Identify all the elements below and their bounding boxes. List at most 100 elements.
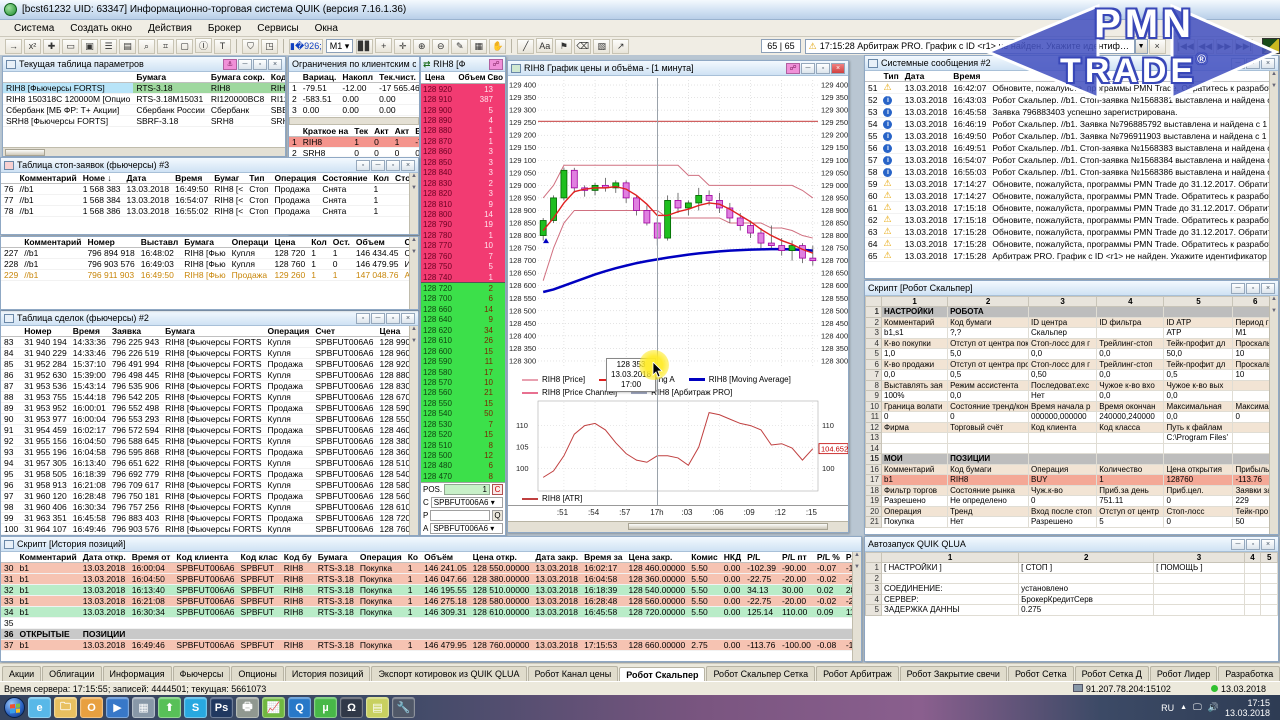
scalper-sheet[interactable]: 1 2 3 4 5 6 1 НАСТРОЙКИ РОБОТА 2 Комментарий Код бу… [865,296,1278,528]
menu-item[interactable]: Сервисы [249,22,306,35]
table-row[interactable]: 99 31 963 351 16:45:58 796 883 403 RIH8 [Фью… [1,512,418,524]
table-row[interactable]: 10Граница волатиСостояние тренд/контртре… [865,400,1278,412]
table-row[interactable]: 86 31 952 630 15:39:00 796 498 445 RIH8 [Фью… [1,369,418,381]
scalper-vscrollbar[interactable]: ▲ ▼ [1269,296,1278,534]
dom-ask-row[interactable]: 128 780 1 [421,230,505,241]
dom-ask-row[interactable]: 128 830 2 [421,177,505,189]
maximize-button[interactable]: ▫ [253,58,267,70]
workspace-tab[interactable]: Робот Канал цены [527,666,619,681]
orders-vscrollbar[interactable]: ▲ ▼ [409,237,418,309]
alert-dropdown-arrow[interactable]: ▼ [1134,38,1148,54]
chart-tool-button[interactable]: + [375,38,393,54]
close-button[interactable]: × [401,159,415,171]
notes-taskbar-icon[interactable]: ▤ [366,697,389,718]
table-row[interactable]: 59 ⚠ 13.03.2018 17:14:27 Обновите, пожалуйст… [865,177,1278,190]
table-row[interactable]: 52 i 13.03.2018 16:43:03 Робот Скальпер. //b… [865,93,1278,106]
workspace-tab[interactable]: Робот Арбитраж [816,666,899,681]
toolbar-button[interactable]: ▣ [81,39,98,54]
maximize-button[interactable]: ▫ [816,62,830,74]
table-row[interactable]: 36 ОТКРЫТЫЕ ПОЗИЦИИ [1,628,861,640]
dom-ask-row[interactable]: 128 900 5 [421,104,505,116]
restore-button[interactable]: ▫ [356,159,370,171]
history-vscrollbar[interactable]: ▲ ▼ [852,552,861,661]
draw-tool-button[interactable]: ╱ [517,38,535,54]
table-row[interactable]: 37 b1 13.03.2018 16:49:46 SPBFUT006A6 SPBFUT R… [1,639,861,651]
table-row[interactable]: 95 31 958 505 16:18:39 796 692 779 RIH8 [Фью… [1,468,418,480]
chart-icon[interactable]: ▮�926; [289,38,323,54]
table-row[interactable]: 2 Комментарий Код бумаги ID центра ID фильтр… [865,316,1278,328]
sysmsg-titlebar[interactable]: Системные сообщения #2 ─ ▫ × [865,56,1278,71]
orders-table[interactable]: Комментарий Номер Выставл Бумага Операци Цена… [1,237,418,281]
table-row[interactable]: 87 31 953 536 15:43:14 796 535 906 RIH8 [Фью… [1,380,418,392]
chart-body[interactable]: 129 400 129 400 129 350 129 350 129 300 129 3… [508,76,848,532]
dom-bid-row[interactable]: 128 620 34 [421,325,505,336]
table-row[interactable]: 14 [865,442,1278,454]
dom-bid-row[interactable]: 128 590 11 [421,356,505,367]
workspace-tab[interactable]: Робот Скальпер [619,667,706,682]
link-button[interactable]: ☍ [489,58,503,70]
close-button[interactable]: × [1261,282,1275,294]
table-row[interactable]: 3 b1,s1?,? Скальпер ATP M1 [865,327,1278,339]
dom-bid-row[interactable]: 128 580 17 [421,366,505,378]
toolbar-button[interactable]: ⛉ [242,38,259,54]
table-row[interactable]: 84 31 940 229 14:33:46 796 226 519 RIH8 [Фью… [1,347,418,359]
stop-orders-table[interactable]: Комментарий Номе ↓ Дата Время Бумаг Тип Операц… [1,173,418,217]
utorrent-taskbar-icon[interactable]: µ [314,697,337,718]
toolbar-button[interactable]: → [5,38,22,54]
maximize-button[interactable]: ▫ [1246,538,1260,550]
table-row[interactable]: 5 ЗАДЕРЖКА ДАННЫ 0.275 [865,604,1278,616]
close-button[interactable]: × [268,58,282,70]
menu-item[interactable]: Окна [307,22,346,35]
dom-ask-row[interactable]: 128 860 3 [421,146,505,158]
dom-bid-row[interactable]: 128 480 6 [421,460,505,472]
table-row[interactable]: 96 31 958 913 16:21:08 796 709 617 RIH8 [Фью… [1,479,418,491]
table-row[interactable]: 63 ⚠ 13.03.2018 17:15:28 Обновите, пожалуйст… [865,225,1278,238]
dom-bid-row[interactable]: 128 540 50 [421,408,505,419]
table-row[interactable]: 19 Разрешено Не определено 0 751.11 0 229 [865,495,1278,507]
table-row[interactable]: 229//b1 796 911 903 16:49:50 RIH8 [Фью Прода… [1,269,418,281]
close-button[interactable]: × [1261,57,1275,69]
brief-positions-table[interactable]: Краткое наТекАктАктВариац. м1RIH8101-79.… [289,126,419,159]
table-row[interactable]: Сбербанк [МБ ФР: Т+ Акции] Сбербанк Росси… [3,104,285,116]
history-titlebar[interactable]: Скрипт [История позиций] [1,537,861,552]
table-row[interactable]: 54 i 13.03.2018 16:46:19 Робот Скальпер. //b… [865,117,1278,130]
trades-titlebar[interactable]: Таблица сделок (фьючерсы) #2 ▫ ─ ▫ × [1,311,418,326]
table-row[interactable]: RIH8 150318C 120000M [Опцио RTS-3.18M1503… [3,93,285,105]
table-row[interactable]: 15 МОИ ПОЗИЦИИ [865,453,1278,465]
table-row[interactable]: 34 b1 13.03.2018 16:30:34 SPBFUT006A6 SPBFUT R… [1,606,861,618]
dom-ask-row[interactable]: 128 760 7 [421,251,505,262]
dom-bid-row[interactable]: 128 500 12 [421,450,505,461]
dom-bid-row[interactable]: 128 700 6 [421,293,505,305]
table-row[interactable]: SRH8 [Фьючерсы FORTS]SBRF-3.18SRH8SRH8 [3,115,285,127]
table-row[interactable]: 56 i 13.03.2018 16:49:51 Робот Скальпер. //b… [865,141,1278,154]
table-row[interactable]: RIH8 [Фьючерсы FORTS]RTS-3.18RIH8RIH8 [3,82,285,94]
ie-taskbar-icon[interactable]: e [28,697,51,718]
minimize-button[interactable]: ─ [371,159,385,171]
table-row[interactable]: 13 C:\Program Files' [865,432,1278,444]
table-row[interactable]: 78//b1 1 568 386 13.03.2018 16:55:02 RIH8 [<… [1,205,418,217]
table-row[interactable]: 2 [865,572,1278,584]
minimize-button[interactable]: ─ [371,312,385,324]
params-window-titlebar[interactable]: Текущая таблица параметров ⚓ ─ ▫ × [3,57,285,72]
table-row[interactable]: 94 31 957 305 16:13:40 796 651 622 RIH8 [Фью… [1,457,418,469]
params-table[interactable]: Бумага Бумага сокр. Код RIH8 [Фьючерсы FORT… [3,72,285,146]
volume-icon[interactable]: 🔊 [1208,702,1219,713]
table-row[interactable]: 8 Выставлять зая Режим ассистента Последова… [865,379,1278,391]
table-row[interactable]: 100 31 964 107 16:49:46 796 903 576 RIH8 [Фь… [1,523,418,535]
photoshop-taskbar-icon[interactable]: Ps [210,697,233,718]
playback-button[interactable]: ▶▶ [1215,38,1233,54]
workspace-tab[interactable]: Робот Сетка [1007,666,1074,681]
table-row[interactable]: 60 ⚠ 13.03.2018 17:14:27 Обновите, пожалуйст… [865,189,1278,202]
menu-item[interactable]: Брокер [200,22,249,35]
cancel-all-button[interactable]: C [492,483,503,495]
table-row[interactable]: 97 31 960 120 16:28:48 796 750 181 RIH8 [Фью… [1,490,418,502]
chart-tool-button[interactable]: ✋ [489,38,507,54]
maximize-button[interactable]: ▫ [1246,57,1260,69]
workspace-tab[interactable]: Облигации [42,666,102,681]
table-row[interactable]: 76//b1 1 568 383 13.03.2018 16:49:50 RIH8 [<… [1,183,418,195]
table-row[interactable]: 77//b1 1 568 384 13.03.2018 16:54:07 RIH8 [<… [1,194,418,206]
limits-window-titlebar[interactable]: Ограничения по клиентским счет [289,57,419,72]
workspace-tab[interactable]: Робот Скальпер Сетка [706,666,816,681]
close-button[interactable]: × [1261,538,1275,550]
toolbar-button[interactable]: Ⓘ [195,38,212,53]
